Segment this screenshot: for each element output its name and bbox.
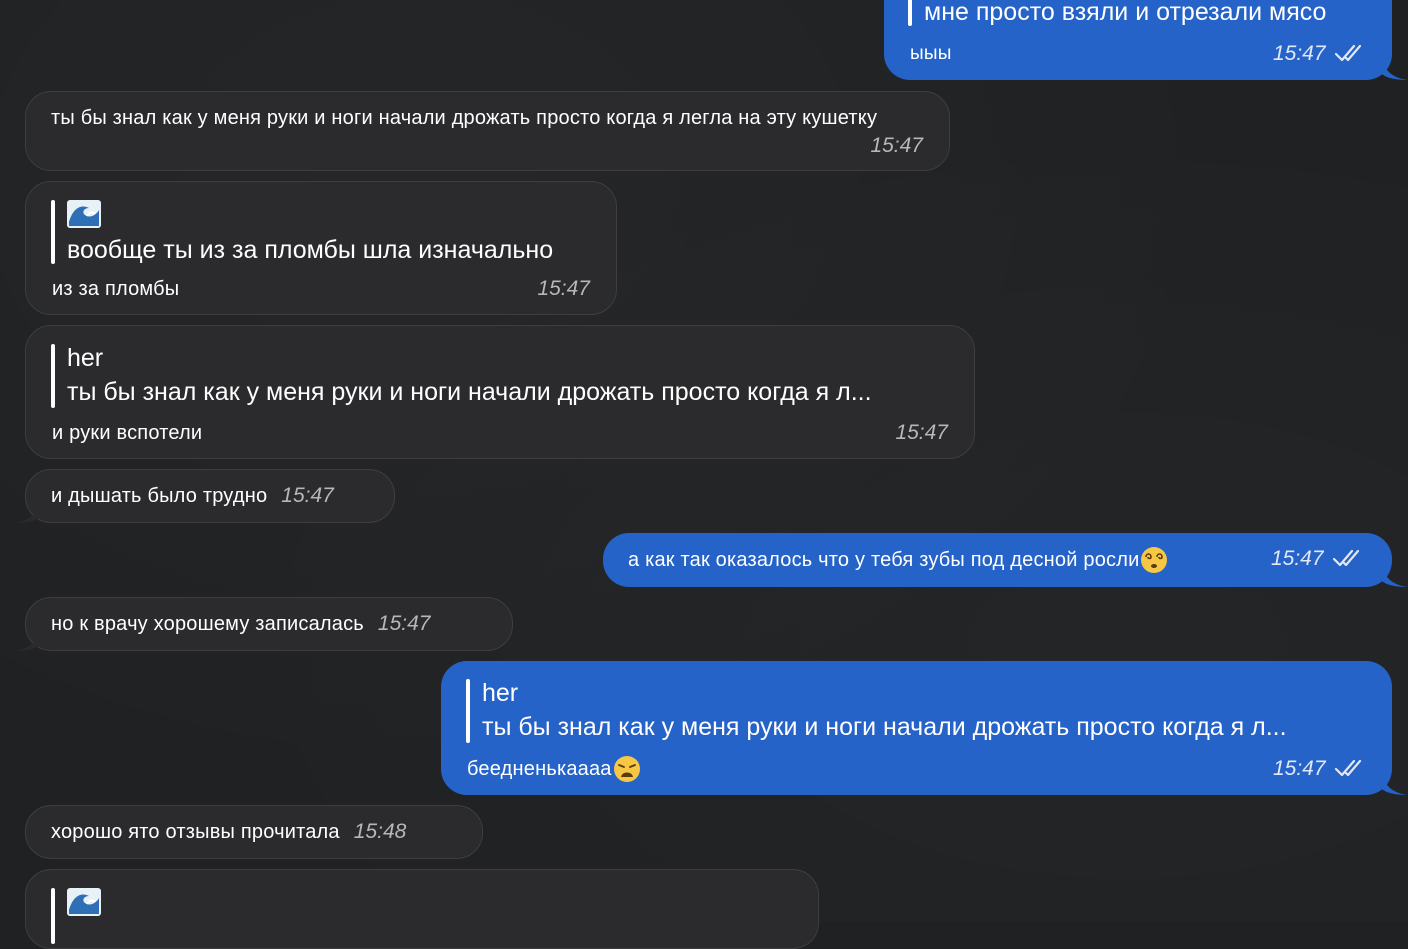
message-time: 15:47 (1272, 757, 1326, 780)
message-time: 15:47 (537, 277, 590, 300)
bubble-tail (14, 501, 40, 523)
message-time: 15:47 (895, 421, 948, 444)
reply-quote-text: ты бы знал как у меня руки и ноги начали… (67, 378, 872, 406)
message-time: 15:47 (1272, 42, 1326, 65)
reply-quote-text: вообще ты из за пломбы шла изначально (67, 236, 554, 264)
bubble-tail (1382, 58, 1408, 80)
reply-quote[interactable]: her ты бы знал как у меня руки и ноги на… (466, 677, 1287, 745)
message-incoming[interactable]: вообще ты из за пломбы шла изначально из… (25, 181, 617, 315)
wave-emoji-icon (67, 888, 101, 916)
message-incoming[interactable]: ты бы знал как у меня руки и ноги начали… (25, 91, 950, 171)
reply-quote-emoji (67, 886, 101, 920)
reply-quote-author: her (67, 344, 104, 372)
message-time: 15:47 (281, 484, 334, 507)
reply-quote[interactable]: her ты бы знал как у меня руки и ноги на… (51, 342, 872, 410)
message-outgoing[interactable]: her ты бы знал как у меня руки и ноги на… (441, 661, 1408, 795)
reply-quote-text: мне просто взяли и отрезали мясо (924, 0, 1327, 26)
reply-quote[interactable]: мне просто взяли и отрезали мясо (908, 0, 1326, 28)
reply-quote[interactable] (51, 886, 101, 946)
message-text: ыыы (910, 43, 952, 64)
message-time: 15:47 (377, 612, 431, 635)
message-incoming[interactable]: но к врачу хорошему записалась 15:47 (14, 597, 513, 651)
reply-quote[interactable]: вообще ты из за пломбы шла изначально (51, 198, 553, 266)
message-text: и руки вспотели (52, 422, 203, 444)
message-time: 15:47 (870, 134, 923, 157)
reply-quote-emoji (67, 198, 553, 232)
message-time: 15:47 (1270, 547, 1324, 570)
message-meta: 15:47 (1273, 757, 1366, 781)
bubble-tail (14, 629, 40, 651)
double-check-icon (1334, 44, 1362, 62)
double-check-icon (1334, 759, 1362, 777)
bubble-tail (1382, 773, 1408, 795)
message-text: беедненькаааа (467, 758, 612, 780)
weary-face-emoji-icon (613, 756, 640, 782)
message-text: хорошо ято отзывы прочитала (51, 821, 340, 843)
double-check-icon (1332, 549, 1360, 567)
message-text: а как так оказалось что у тебя зубы под … (628, 549, 1140, 571)
message-text: из за пломбы (52, 278, 180, 300)
message-incoming[interactable]: хорошо ято отзывы прочитала 15:48 (25, 805, 483, 859)
wave-emoji-icon (67, 200, 101, 228)
message-incoming[interactable]: и дышать было трудно 15:47 (14, 469, 395, 523)
message-text: ты бы знал как у меня руки и ноги начали… (51, 107, 878, 129)
reply-quote-text: ты бы знал как у меня руки и ноги начали… (482, 713, 1287, 741)
message-incoming[interactable]: her ты бы знал как у меня руки и ноги на… (25, 325, 975, 459)
message-time: 15:48 (353, 820, 407, 843)
message-outgoing[interactable]: мне просто взяли и отрезали мясо ыыы 15:… (884, 0, 1408, 80)
reply-quote-author: her (482, 679, 519, 707)
dizzy-face-emoji-icon (1141, 547, 1168, 573)
message-text: и дышать было трудно (51, 485, 268, 507)
message-incoming[interactable] (25, 869, 819, 949)
message-meta: 15:47 (1271, 547, 1364, 571)
message-text: но к врачу хорошему записалась (51, 613, 364, 635)
message-outgoing[interactable]: а как так оказалось что у тебя зубы под … (603, 533, 1408, 587)
bubble-tail (1382, 565, 1408, 587)
message-meta: 15:47 (1273, 42, 1366, 66)
